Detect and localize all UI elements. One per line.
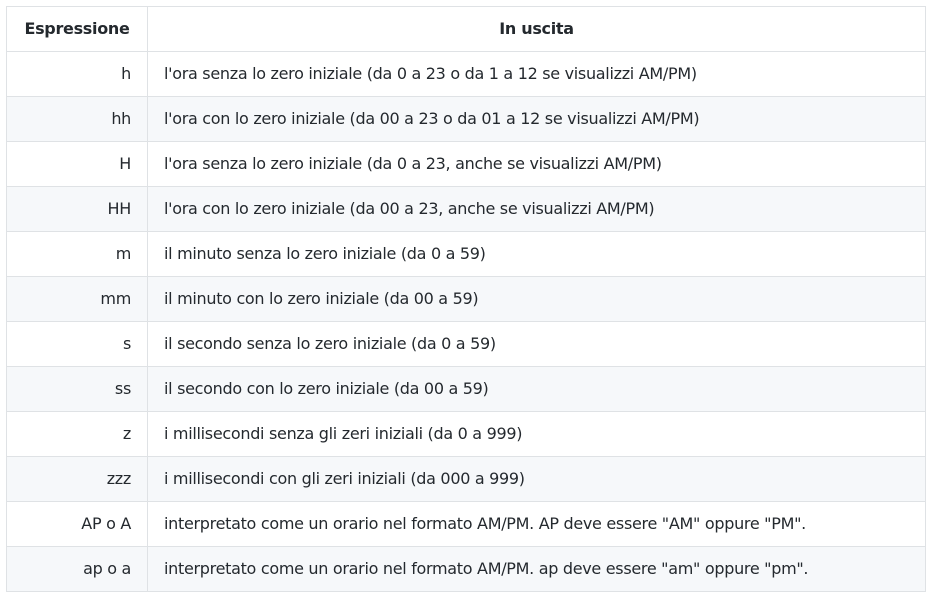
output-cell: l'ora senza lo zero iniziale (da 0 a 23,… — [147, 141, 926, 187]
table-header-row: Espressione In uscita — [6, 6, 926, 52]
output-cell: l'ora con lo zero iniziale (da 00 a 23, … — [147, 186, 926, 232]
table-row: HH l'ora con lo zero iniziale (da 00 a 23… — [6, 186, 926, 232]
expression-cell: s — [6, 321, 148, 367]
header-expression: Espressione — [6, 6, 148, 52]
expression-cell: z — [6, 411, 148, 457]
expression-cell: zzz — [6, 456, 148, 502]
expression-cell: h — [6, 51, 148, 97]
table-row: ss il secondo con lo zero iniziale (da 00… — [6, 366, 926, 412]
expression-cell: ss — [6, 366, 148, 412]
format-expressions-table: Espressione In uscita h l'ora senza lo ze… — [6, 6, 926, 592]
expression-cell: hh — [6, 96, 148, 142]
table-row: hh l'ora con lo zero iniziale (da 00 a 23… — [6, 96, 926, 142]
output-cell: interpretato come un orario nel formato … — [147, 501, 926, 547]
table-row: m il minuto senza lo zero iniziale (da 0 … — [6, 231, 926, 277]
table-row: zzz i millisecondi con gli zeri iniziali … — [6, 456, 926, 502]
table-row: h l'ora senza lo zero iniziale (da 0 a 23… — [6, 51, 926, 97]
output-cell: interpretato come un orario nel formato … — [147, 546, 926, 592]
header-output: In uscita — [147, 6, 926, 52]
table-row: s il secondo senza lo zero iniziale (da 0… — [6, 321, 926, 367]
output-cell: il minuto con lo zero iniziale (da 00 a … — [147, 276, 926, 322]
table-row: mm il minuto con lo zero iniziale (da 00 … — [6, 276, 926, 322]
table-body: h l'ora senza lo zero iniziale (da 0 a 23… — [6, 51, 926, 592]
expression-cell: ap o a — [6, 546, 148, 592]
expression-cell: HH — [6, 186, 148, 232]
output-cell: l'ora con lo zero iniziale (da 00 a 23 o… — [147, 96, 926, 142]
expression-cell: m — [6, 231, 148, 277]
table-row: Hl'ora senza lo zero iniziale (da 0 a 23… — [6, 141, 926, 187]
table-row: zi millisecondi senza gli zeri iniziali … — [6, 411, 926, 457]
output-cell: il secondo senza lo zero iniziale (da 0 … — [147, 321, 926, 367]
output-cell: i millisecondi senza gli zeri iniziali (… — [147, 411, 926, 457]
expression-cell: H — [6, 141, 148, 187]
table-row: AP o Ainterpretato come un orario nel fo… — [6, 501, 926, 547]
output-cell: l'ora senza lo zero iniziale (da 0 a 23 … — [147, 51, 926, 97]
output-cell: il secondo con lo zero iniziale (da 00 a… — [147, 366, 926, 412]
expression-cell: mm — [6, 276, 148, 322]
output-cell: il minuto senza lo zero iniziale (da 0 a… — [147, 231, 926, 277]
expression-cell: AP o A — [6, 501, 148, 547]
output-cell: i millisecondi con gli zeri iniziali (da… — [147, 456, 926, 502]
table-row: ap o a interpretato come un orario nel fo… — [6, 546, 926, 592]
